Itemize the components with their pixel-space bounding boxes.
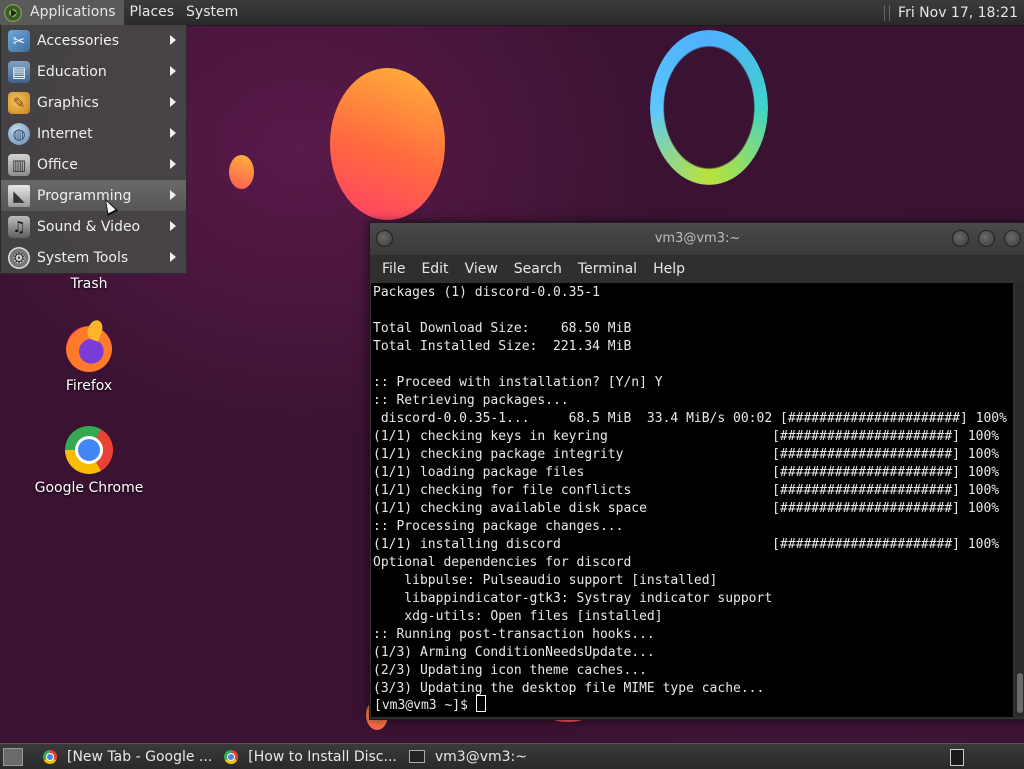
firefox-icon — [66, 326, 112, 372]
programming-icon: ◣ — [8, 184, 30, 207]
prompt-text: [vm3@vm3 ~]$ — [374, 698, 476, 713]
close-icon[interactable] — [1004, 230, 1021, 247]
desktop-icon-label: Google Chrome — [34, 480, 144, 496]
menu-item-graphics[interactable]: ✎ Graphics — [1, 87, 186, 118]
terminal-text: Packages (1) discord-0.0.35-1 Total Down… — [373, 285, 1007, 696]
maximize-icon[interactable] — [978, 230, 995, 247]
scrollbar-thumb[interactable] — [1017, 673, 1023, 713]
task-label: [How to Install Disc... — [248, 748, 397, 765]
applications-menu-button[interactable]: Applications — [0, 0, 124, 25]
desktop-icon-firefox[interactable]: Firefox — [24, 326, 154, 394]
terminal-scrollbar[interactable] — [1015, 283, 1024, 717]
menu-item-label: System Tools — [37, 249, 129, 266]
submenu-arrow-icon — [170, 66, 176, 76]
office-icon: ▥ — [8, 153, 30, 176]
task-label: [New Tab - Google ... — [67, 748, 213, 765]
menu-edit[interactable]: Edit — [413, 261, 456, 277]
graphics-icon: ✎ — [8, 91, 30, 114]
menu-item-accessories[interactable]: ✂ Accessories — [1, 25, 186, 56]
workspace-switcher[interactable] — [950, 749, 964, 766]
menu-item-label: Office — [37, 156, 78, 173]
applications-label: Applications — [30, 4, 116, 20]
submenu-arrow-icon — [170, 97, 176, 107]
system-tools-icon: ⚙ — [8, 246, 30, 269]
menu-item-internet[interactable]: ◍ Internet — [1, 118, 186, 149]
education-icon: ▤ — [8, 60, 30, 83]
window-title: vm3@vm3:~ — [654, 231, 741, 246]
terminal-icon — [408, 750, 425, 763]
menu-item-label: Accessories — [37, 32, 120, 49]
desktop-icon-chrome[interactable]: Google Chrome — [24, 426, 154, 496]
menu-item-office[interactable]: ▥ Office — [1, 149, 186, 180]
distro-logo-icon — [4, 3, 22, 22]
terminal-window[interactable]: vm3@vm3:~ File Edit View Search Terminal… — [369, 222, 1024, 720]
submenu-arrow-icon — [170, 35, 176, 45]
internet-icon: ◍ — [8, 122, 30, 145]
terminal-prompt[interactable]: [vm3@vm3 ~]$ — [374, 695, 486, 715]
menu-item-sound-video[interactable]: ♫ Sound & Video — [1, 211, 186, 242]
panel-separator — [884, 4, 891, 21]
submenu-arrow-icon — [170, 221, 176, 231]
places-menu-button[interactable]: Places — [124, 0, 181, 25]
menu-item-label: Sound & Video — [37, 218, 141, 235]
desktop-icon-label: Trash — [70, 276, 108, 292]
chrome-icon — [43, 749, 57, 764]
top-panel: Applications Places System Fri Nov 17, 1… — [0, 0, 1024, 26]
clock[interactable]: Fri Nov 17, 18:21 — [898, 5, 1024, 21]
menu-search[interactable]: Search — [506, 261, 570, 277]
applications-dropdown: ✂ Accessories ▤ Education ✎ Graphics ◍ I… — [0, 25, 187, 274]
menu-item-label: Internet — [37, 125, 93, 142]
bottom-taskbar: [New Tab - Google ... [How to Install Di… — [0, 743, 1024, 769]
menu-terminal[interactable]: Terminal — [570, 261, 645, 277]
menu-item-label: Education — [37, 63, 107, 80]
minimize-icon[interactable] — [952, 230, 969, 247]
clock-area: Fri Nov 17, 18:21 — [884, 0, 1024, 25]
wallpaper-small-blob — [229, 155, 254, 189]
task-terminal[interactable]: vm3@vm3:~ — [403, 744, 533, 769]
wallpaper-orange-blob — [330, 68, 445, 220]
menu-item-label: Programming — [37, 187, 132, 204]
menu-item-education[interactable]: ▤ Education — [1, 56, 186, 87]
submenu-arrow-icon — [170, 190, 176, 200]
task-chrome-new-tab[interactable]: [New Tab - Google ... — [37, 744, 218, 769]
menu-view[interactable]: View — [457, 261, 506, 277]
text-cursor — [475, 695, 486, 712]
submenu-arrow-icon — [170, 159, 176, 169]
desktop-icon-trash[interactable]: Trash — [24, 276, 154, 292]
chrome-icon — [65, 426, 113, 474]
desktop-icon-label: Firefox — [65, 378, 113, 394]
submenu-arrow-icon — [170, 252, 176, 262]
menu-help[interactable]: Help — [645, 261, 693, 277]
show-desktop-button[interactable] — [3, 747, 23, 766]
accessories-icon: ✂ — [8, 29, 30, 52]
task-chrome-how-to[interactable]: [How to Install Disc... — [218, 744, 403, 769]
wallpaper-ring — [650, 30, 768, 185]
menu-file[interactable]: File — [374, 261, 413, 277]
task-label: vm3@vm3:~ — [434, 748, 527, 765]
submenu-arrow-icon — [170, 128, 176, 138]
menu-item-programming[interactable]: ◣ Programming — [1, 180, 186, 211]
chrome-icon — [224, 749, 239, 764]
terminal-output[interactable]: Packages (1) discord-0.0.35-1 Total Down… — [371, 283, 1013, 717]
terminal-menubar: File Edit View Search Terminal Help — [370, 255, 1024, 283]
menu-item-system-tools[interactable]: ⚙ System Tools — [1, 242, 186, 273]
sound-video-icon: ♫ — [8, 215, 30, 238]
menu-item-label: Graphics — [37, 94, 99, 111]
system-menu-button[interactable]: System — [180, 0, 244, 25]
terminal-titlebar[interactable]: vm3@vm3:~ — [370, 223, 1024, 255]
